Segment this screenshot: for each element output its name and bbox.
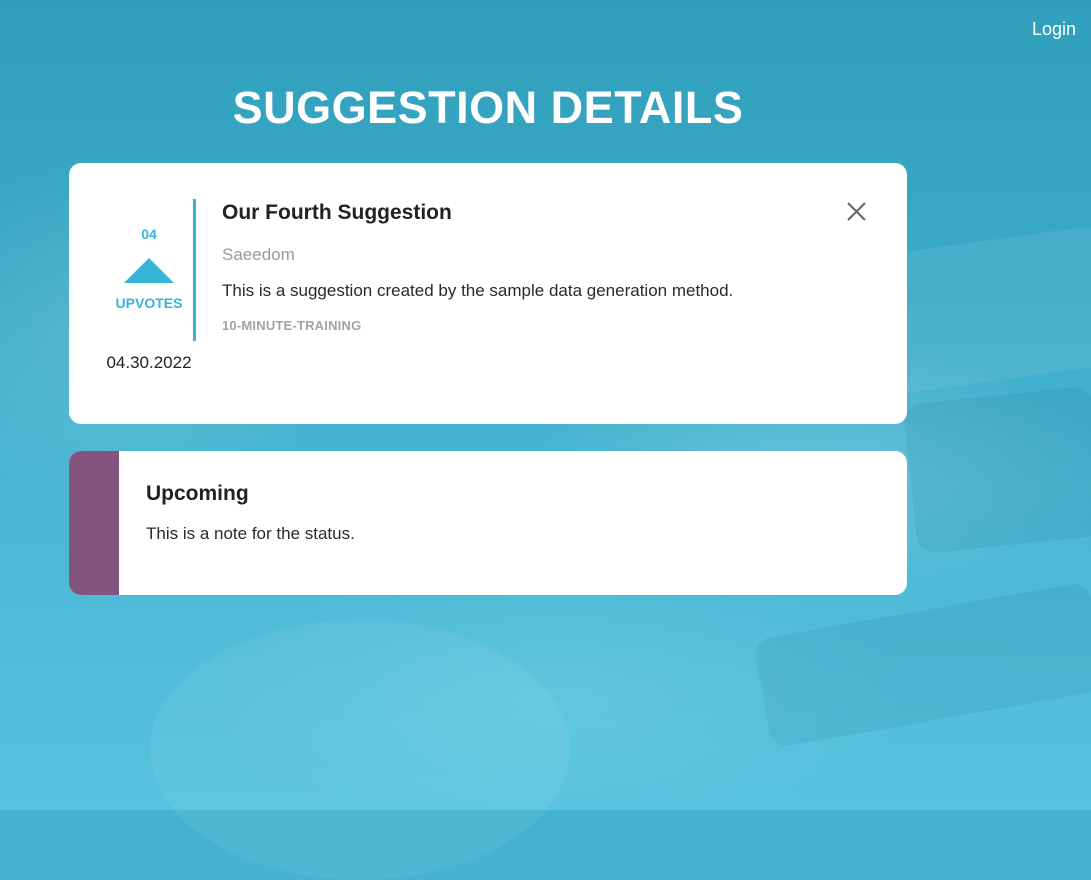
status-name: Upcoming [146,482,249,505]
background-shape [150,620,570,880]
page-title: SUGGESTION DETAILS [232,82,744,133]
status-card: Upcoming This is a note for the status. [69,451,907,595]
suggestion-category: 10-MINUTE-TRAINING [222,318,362,333]
suggestion-description: This is a suggestion created by the samp… [222,281,734,300]
suggestion-title: Our Fourth Suggestion [222,201,452,224]
upvote-button[interactable] [124,258,174,283]
close-button[interactable] [844,199,870,225]
login-link[interactable]: Login [1032,19,1076,40]
vote-count: 04 [141,226,157,242]
suggestion-date: 04.30.2022 [106,353,192,372]
suggestion-card: 04 UPVOTES 04.30.2022 Our Fourth Suggest… [69,163,907,424]
background-shape [902,385,1091,555]
status-color-bar [69,451,119,595]
status-note: This is a note for the status. [146,524,355,543]
upvotes-label: UPVOTES [115,295,183,311]
suggestion-details: Our Fourth Suggestion Saeedom This is a … [222,201,822,333]
vote-panel: 04 UPVOTES [105,199,196,341]
suggestion-author: Saeedom [222,245,295,264]
close-icon [847,202,866,221]
